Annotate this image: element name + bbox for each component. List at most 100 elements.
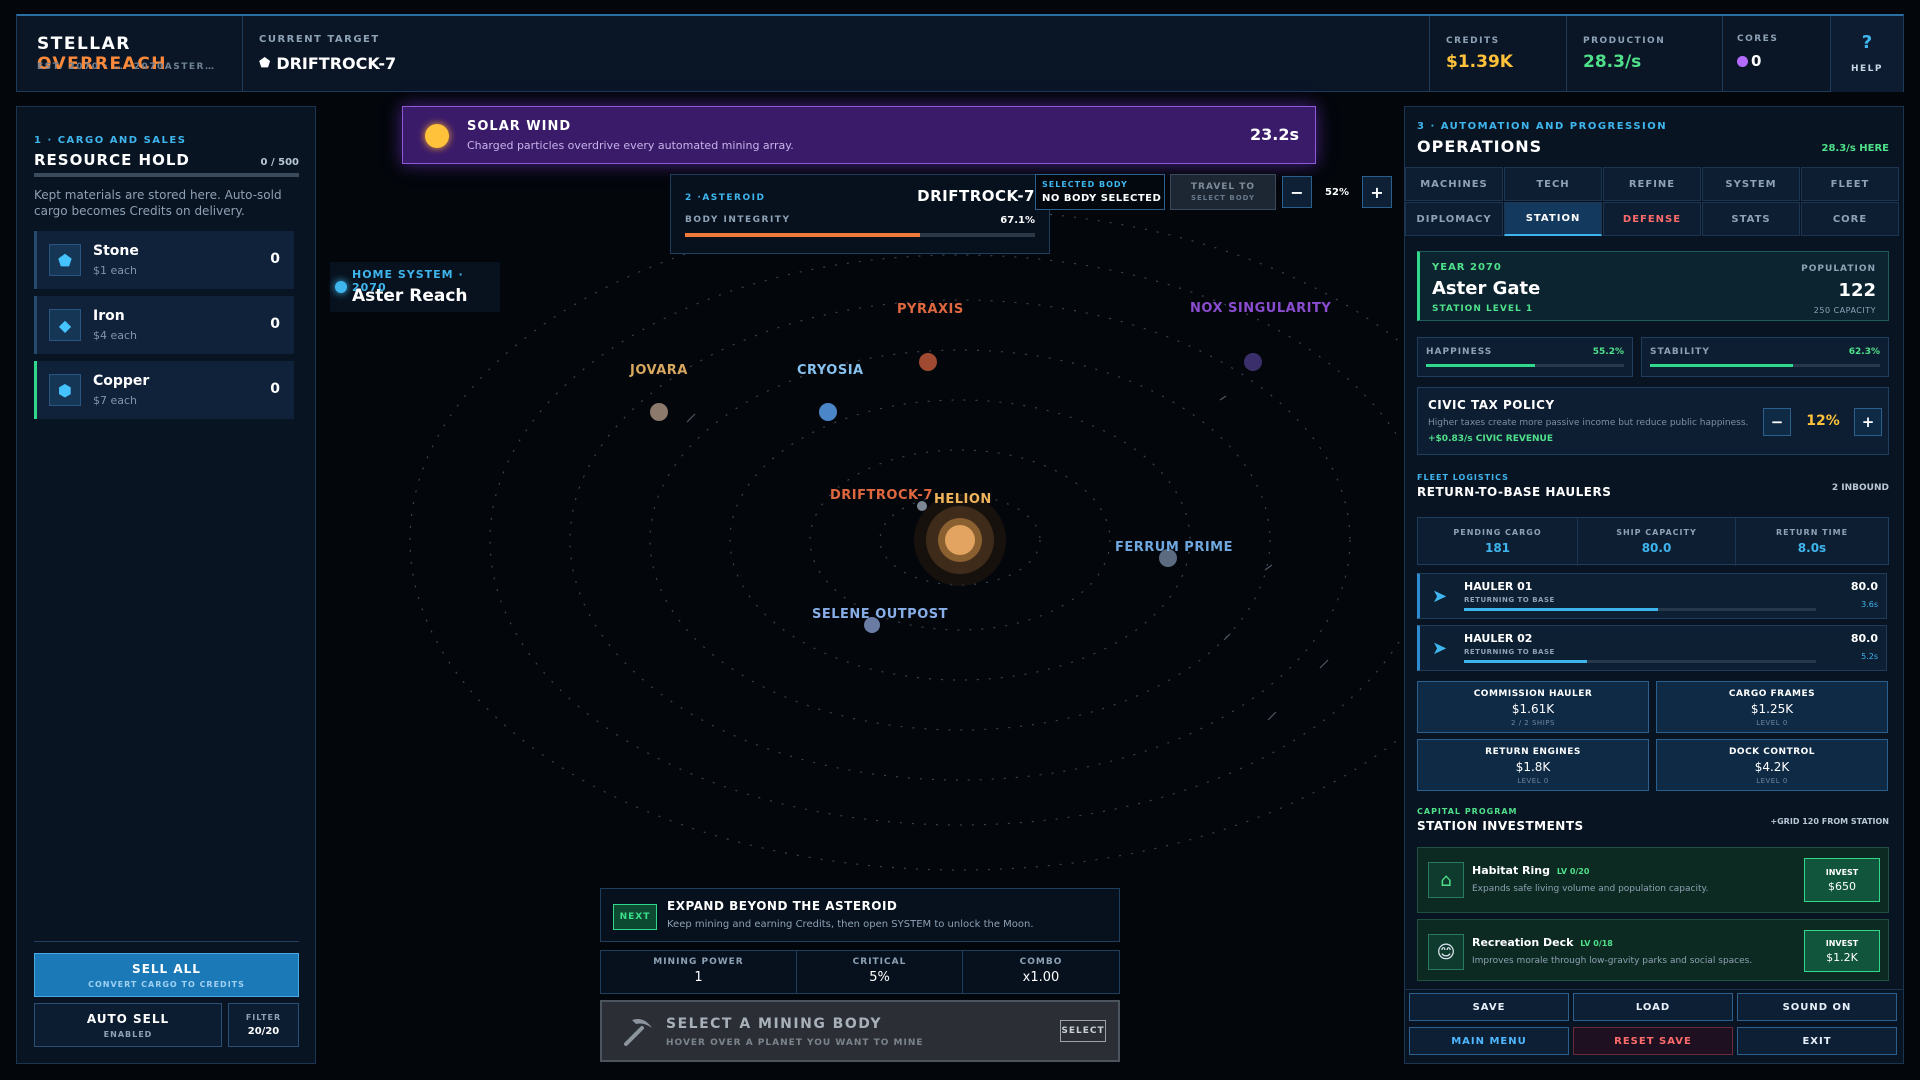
resource-price: $4 each	[93, 329, 138, 342]
sound-toggle-button[interactable]: SOUND ON	[1737, 993, 1897, 1021]
target-value: DRIFTROCK-7	[276, 54, 397, 73]
hauler-status: RETURNING TO BASE	[1464, 596, 1555, 604]
tab-defense[interactable]: DEFENSE	[1603, 202, 1701, 236]
cargo-frames-button[interactable]: CARGO FRAMES $1.25K LEVEL 0	[1656, 681, 1888, 733]
resource-hold-panel: 1 · CARGO AND SALES RESOURCE HOLD 0 / 50…	[16, 106, 316, 1064]
hauler-cargo: 80.0	[1850, 632, 1878, 645]
dock-control-button[interactable]: DOCK CONTROL $4.2K LEVEL 0	[1656, 739, 1888, 791]
stat-label: RETURN TIME	[1775, 528, 1849, 537]
integrity-bar-fill	[685, 233, 920, 237]
target-label: CURRENT TARGET	[259, 34, 380, 45]
tax-revenue: +$0.83/s CIVIC REVENUE	[1428, 434, 1553, 444]
logo-subtitle: EST. 2070 · … ·2070ASTER…	[37, 62, 216, 72]
sell-all-sublabel: CONVERT CARGO TO CREDITS	[88, 979, 245, 989]
save-button[interactable]: SAVE	[1409, 993, 1569, 1021]
tab-fleet[interactable]: FLEET	[1801, 167, 1899, 201]
auto-sell-toggle[interactable]: AUTO SELL ENABLED	[34, 1003, 222, 1047]
travel-label: TRAVEL TO	[1190, 182, 1256, 192]
tab-refine[interactable]: REFINE	[1603, 167, 1701, 201]
population-value: 122	[1838, 280, 1876, 301]
planet-jovara[interactable]	[650, 403, 668, 421]
tab-machines[interactable]: MACHINES	[1405, 167, 1503, 201]
operations-section-label: 3 · AUTOMATION AND PROGRESSION	[1417, 121, 1668, 132]
select-button[interactable]: SELECT	[1060, 1020, 1106, 1042]
fleet-title: RETURN-TO-BASE HAULERS	[1417, 485, 1612, 499]
cores-label: CORES	[1737, 34, 1779, 44]
objective-card: NEXT EXPAND BEYOND THE ASTEROID Keep min…	[600, 888, 1120, 942]
mining-stats: MINING POWER 1 CRITICAL 5% COMBO x1.00	[600, 950, 1120, 994]
tab-system[interactable]: SYSTEM	[1702, 167, 1800, 201]
upgrade-title: DOCK CONTROL	[1728, 747, 1816, 757]
tax-increase-button[interactable]: +	[1854, 408, 1882, 436]
invest-cost: $1.2K	[1826, 950, 1858, 964]
tab-stats[interactable]: STATS	[1702, 202, 1800, 236]
resource-item-copper[interactable]: ⬢ Copper $7 each 0	[34, 361, 294, 419]
stat-value: 5%	[869, 970, 890, 985]
tab-core[interactable]: CORE	[1801, 202, 1899, 236]
integrity-value: 67.1%	[1000, 215, 1035, 226]
zoom-out-button[interactable]: −	[1282, 176, 1312, 208]
planet-label-nox: NOX SINGULARITY	[1190, 301, 1332, 316]
capacity-bar	[34, 173, 299, 177]
upgrade-sub: 2 / 2 SHIPS	[1511, 719, 1555, 727]
stat-value: 1	[694, 970, 703, 985]
tab-station[interactable]: STATION	[1504, 202, 1602, 236]
return-time-stat: RETURN TIME 8.0s	[1736, 518, 1888, 566]
stat-combo: COMBO x1.00	[963, 951, 1119, 993]
load-button[interactable]: LOAD	[1573, 993, 1733, 1021]
planet-pyraxis[interactable]	[919, 353, 937, 371]
home-beacon-icon	[335, 281, 347, 293]
exit-button[interactable]: EXIT	[1737, 1027, 1897, 1055]
happiness-value: 55.2%	[1592, 347, 1624, 357]
filter-button[interactable]: FILTER 20/20	[228, 1003, 299, 1047]
tax-decrease-button[interactable]: −	[1763, 408, 1791, 436]
production-value: 28.3/s	[1583, 52, 1642, 72]
invest-habitat-button[interactable]: INVEST $650	[1804, 858, 1880, 902]
target-pentagon-icon: ⬟	[259, 56, 271, 71]
sell-all-button[interactable]: SELL ALL CONVERT CARGO TO CREDITS	[34, 953, 299, 997]
stat-critical: CRITICAL 5%	[797, 951, 963, 993]
main-menu-button[interactable]: MAIN MENU	[1409, 1027, 1569, 1055]
zoom-in-button[interactable]: +	[1362, 176, 1392, 208]
filter-value: 20/20	[247, 1026, 280, 1037]
tab-diplomacy[interactable]: DIPLOMACY	[1405, 202, 1503, 236]
sell-all-label: SELL ALL	[132, 961, 201, 976]
pentagon-icon: ⬟	[49, 244, 81, 276]
objective-title: EXPAND BEYOND THE ASTEROID	[667, 899, 898, 913]
capacity-value: 0 / 500	[260, 157, 299, 168]
planet-cryosia[interactable]	[819, 403, 837, 421]
reset-save-button[interactable]: RESET SAVE	[1573, 1027, 1733, 1055]
station-card: YEAR 2070 Aster Gate STATION LEVEL 1 POP…	[1417, 251, 1889, 321]
station-name: Aster Gate	[1432, 278, 1541, 299]
upgrade-sub: LEVEL 0	[1756, 719, 1788, 727]
invest-recreation-button[interactable]: INVEST $1.2K	[1804, 930, 1880, 972]
stat-value: 8.0s	[1797, 541, 1827, 555]
select-mining-body-bar[interactable]: SELECT A MINING BODY HOVER OVER A PLANET…	[600, 1000, 1120, 1062]
operations-panel: 3 · AUTOMATION AND PROGRESSION OPERATION…	[1404, 106, 1904, 1064]
travel-to-button[interactable]: TRAVEL TO SELECT BODY	[1170, 174, 1276, 210]
current-target: CURRENT TARGET ⬟ DRIFTROCK-7	[243, 16, 1443, 92]
resource-item-stone[interactable]: ⬟ Stone $1 each 0	[34, 231, 294, 289]
commission-hauler-button[interactable]: COMMISSION HAULER $1.61K 2 / 2 SHIPS	[1417, 681, 1649, 733]
hauler-name: HAULER 01	[1464, 580, 1533, 593]
planet-nox-singularity[interactable]	[1244, 353, 1262, 371]
asteroid-info-card: 2 ·ASTEROID DRIFTROCK-7 BODY INTEGRITY 6…	[670, 174, 1050, 254]
help-button[interactable]: ? HELP	[1831, 16, 1903, 92]
auto-sell-label: AUTO SELL	[86, 1011, 170, 1026]
left-divider	[34, 941, 299, 942]
tab-tech[interactable]: TECH	[1504, 167, 1602, 201]
stat-value: 181	[1484, 541, 1511, 555]
selected-body-label: SELECTED BODY	[1042, 180, 1128, 189]
hauler-status: RETURNING TO BASE	[1464, 648, 1555, 656]
resource-hold-title: RESOURCE HOLD	[34, 151, 190, 169]
sun-helion[interactable]	[914, 494, 1006, 586]
planet-label-selene: SELENE OUTPOST	[812, 607, 948, 622]
upgrade-cost: $1.61K	[1511, 702, 1555, 716]
resource-item-iron[interactable]: ◆ Iron $4 each 0	[34, 296, 294, 354]
credits-value: $1.39K	[1446, 52, 1513, 72]
cores-value: 0	[1751, 52, 1762, 70]
return-engines-button[interactable]: RETURN ENGINES $1.8K LEVEL 0	[1417, 739, 1649, 791]
capital-grid: +GRID 120 FROM STATION	[1770, 817, 1889, 826]
civic-tax-card: CIVIC TAX POLICY Higher taxes create mor…	[1417, 387, 1889, 455]
ship-capacity-stat: SHIP CAPACITY 80.0	[1578, 518, 1736, 566]
